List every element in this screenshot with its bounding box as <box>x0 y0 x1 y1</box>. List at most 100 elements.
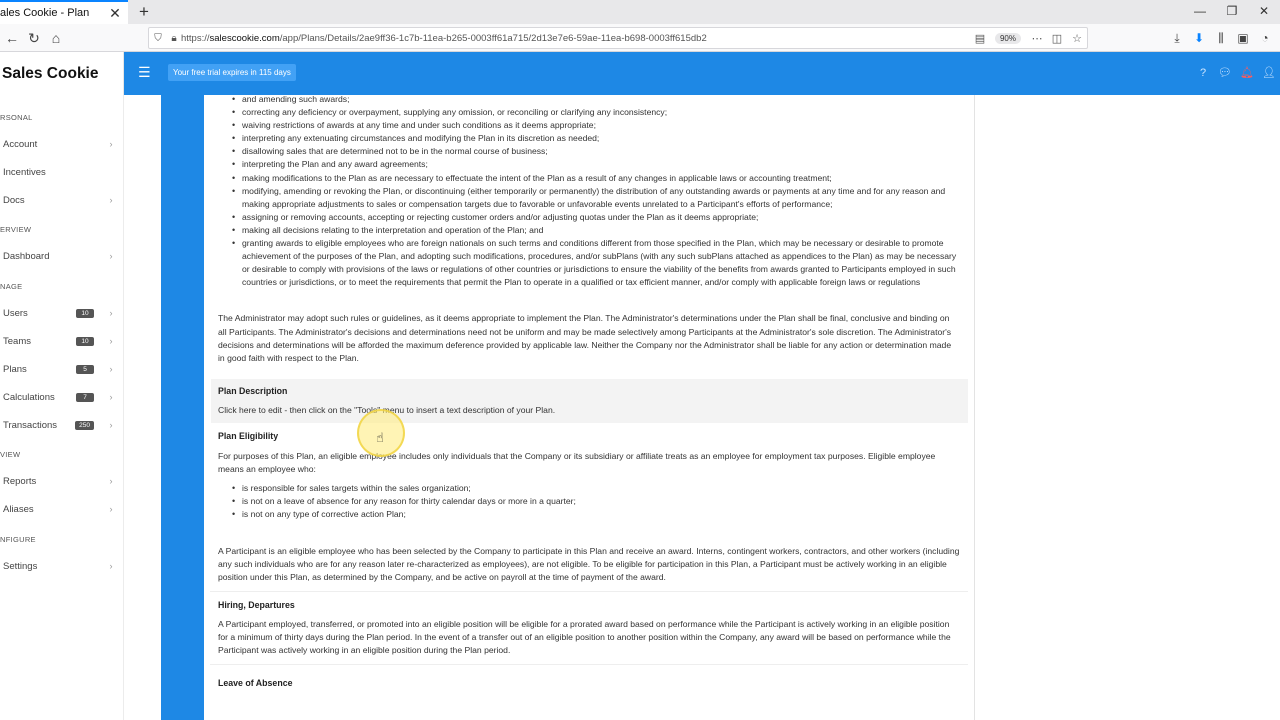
tab-title: ales Cookie - Plan <box>0 7 90 19</box>
close-window-icon[interactable]: ✕ <box>1248 0 1280 24</box>
list-item: is responsible for sales targets within … <box>204 482 974 495</box>
brand-area: Sales Cookie <box>0 52 124 95</box>
list-item: is not on a leave of absence for any rea… <box>204 495 974 508</box>
chevron-right-icon: › <box>109 308 113 318</box>
url-text[interactable]: https://salescookie.com/app/Plans/Detail… <box>181 33 971 44</box>
user-icon[interactable]: 👤︎ <box>1258 64 1280 82</box>
divider <box>210 664 968 666</box>
section-heading: Plan Description <box>218 385 288 396</box>
restore-icon[interactable]: ❐ <box>1216 0 1248 24</box>
browser-tab[interactable]: ales Cookie - Plan ✕ <box>0 0 128 24</box>
count-badge: 5 <box>76 364 94 374</box>
hiring-paragraph: A Participant employed, transferred, or … <box>218 618 951 656</box>
list-item: making modifications to the Plan as are … <box>204 172 974 185</box>
section-heading: Hiring, Departures <box>218 599 295 610</box>
list-item: making all decisions relating to the int… <box>204 224 974 237</box>
browser-nav-bar: ← ↻ ⌂ ⛉ 🔒︎ https://salescookie.com/app/P… <box>0 24 1280 52</box>
list-item: assigning or removing accounts, acceptin… <box>204 211 974 224</box>
list-item: interpreting any extenuating circumstanc… <box>204 132 974 145</box>
library-icon[interactable]: ⫼ <box>1210 28 1232 48</box>
browser-toolbar-right: ⤓ ⬇ ⫼ ▣ ◔ <box>1166 28 1276 48</box>
account-icon[interactable]: ◔ <box>1254 28 1276 48</box>
chevron-right-icon: › <box>109 392 113 402</box>
download-icon[interactable]: ⬇ <box>1188 28 1210 48</box>
url-bar[interactable]: ⛉ 🔒︎ https://salescookie.com/app/Plans/D… <box>148 27 1088 49</box>
hand-cursor-icon: ☝ <box>376 430 384 445</box>
plan-description-block[interactable]: Plan Description Click here to edit - th… <box>211 378 968 423</box>
chevron-right-icon: › <box>109 195 113 205</box>
section-heading: Plan Eligibility <box>218 430 279 441</box>
list-item: and amending such awards; <box>204 95 974 106</box>
new-tab-icon[interactable]: + <box>134 2 154 22</box>
zoom-level[interactable]: 90% <box>994 32 1021 44</box>
sidebar-item-users[interactable]: Users 10 › <box>0 304 124 322</box>
list-item: interpreting the Plan and any award agre… <box>204 158 974 171</box>
pocket-icon[interactable]: ◫ <box>1047 32 1067 45</box>
sidebar-item-calculations[interactable]: Calculations 7 › <box>0 388 124 406</box>
sidebar-item-teams[interactable]: Teams 10 › <box>0 332 124 350</box>
divider <box>210 590 968 592</box>
shield-icon[interactable]: ⛉ <box>149 33 167 44</box>
sidebar-section-review: VIEW <box>0 450 21 459</box>
chat-icon[interactable]: 💬︎ <box>1214 64 1236 82</box>
sidebar-item-dashboard[interactable]: Dashboard › <box>0 247 124 265</box>
sidebar-section-personal: RSONAL <box>0 113 33 122</box>
count-badge: 10 <box>76 308 94 318</box>
close-tab-icon[interactable]: ✕ <box>108 5 122 22</box>
page-actions-icon[interactable]: ⋯ <box>1027 32 1047 45</box>
admin-paragraph: The Administrator may adopt such rules o… <box>218 313 952 363</box>
menu-icon[interactable]: ☰ <box>138 64 151 81</box>
sidebar-item-aliases[interactable]: Aliases › <box>0 500 124 518</box>
header-icons: ? 💬︎ 🔔︎ 👤︎ <box>1192 64 1280 82</box>
sidebar-item-settings[interactable]: Settings › <box>0 557 124 575</box>
minimize-icon[interactable]: — <box>1184 0 1216 24</box>
trial-badge[interactable]: Your free trial expires in 115 days <box>168 64 296 81</box>
sidebar: RSONAL Account › Incentives Docs › ERVIEW … <box>0 95 124 720</box>
app-header: ☰ Your free trial expires in 115 days ? … <box>124 52 1280 95</box>
chevron-right-icon: › <box>109 420 113 430</box>
eligibility-paragraph: For purposes of this Plan, an eligible e… <box>218 451 936 475</box>
back-icon[interactable]: ← <box>2 28 22 48</box>
reader-view-icon[interactable]: ▤ <box>971 32 989 45</box>
chevron-right-icon: › <box>109 504 113 514</box>
brand-logo[interactable]: Sales Cookie <box>2 65 99 83</box>
plan-document: and amending such awards; correcting any… <box>204 95 975 720</box>
sidebar-item-incentives[interactable]: Incentives <box>0 163 124 181</box>
sidebar-section-configure: NFIGURE <box>0 535 36 544</box>
sidebar-item-account[interactable]: Account › <box>0 135 124 153</box>
count-badge: 7 <box>76 392 94 402</box>
list-item: waiving restrictions of awards at any ti… <box>204 119 974 132</box>
list-item: modifying, amending or revoking the Plan… <box>204 185 974 211</box>
chevron-right-icon: › <box>109 476 113 486</box>
sidebar-section-manage: NAGE <box>0 282 23 291</box>
window-controls: — ❐ ✕ <box>1184 0 1280 24</box>
home-icon[interactable]: ⌂ <box>46 28 66 48</box>
sidebar-item-reports[interactable]: Reports › <box>0 472 124 490</box>
sidebar-toggle-icon[interactable]: ▣ <box>1232 28 1254 48</box>
count-badge: 250 <box>75 420 94 430</box>
sidebar-item-transactions[interactable]: Transactions 250 › <box>0 416 124 434</box>
sidebar-item-docs[interactable]: Docs › <box>0 191 124 209</box>
chevron-right-icon: › <box>109 139 113 149</box>
help-icon[interactable]: ? <box>1192 64 1214 82</box>
lock-icon[interactable]: 🔒︎ <box>167 33 181 44</box>
notification-bell-icon[interactable]: 🔔︎ <box>1236 64 1258 82</box>
screenshot-icon[interactable]: ⤓ <box>1166 28 1188 48</box>
list-item: disallowing sales that are determined no… <box>204 145 974 158</box>
list-item: granting awards to eligible employees wh… <box>204 237 974 289</box>
count-badge: 10 <box>76 336 94 346</box>
chevron-right-icon: › <box>109 336 113 346</box>
chevron-right-icon: › <box>109 561 113 571</box>
browser-tab-bar: ales Cookie - Plan ✕ + — ❐ ✕ <box>0 0 1280 24</box>
chevron-right-icon: › <box>109 364 113 374</box>
sidebar-item-plans[interactable]: Plans 5 › <box>0 360 124 378</box>
sidebar-section-overview: ERVIEW <box>0 225 32 234</box>
bookmark-star-icon[interactable]: ☆ <box>1067 32 1087 45</box>
chevron-right-icon: › <box>109 251 113 261</box>
list-item: is not on any type of corrective action … <box>204 508 974 521</box>
reload-icon[interactable]: ↻ <box>24 28 44 48</box>
participant-paragraph: A Participant is an eligible employee wh… <box>218 545 960 582</box>
content-left-strip <box>161 95 204 720</box>
plan-description-text[interactable]: Click here to edit - then click on the "… <box>218 404 961 417</box>
list-item: correcting any deficiency or overpayment… <box>204 106 974 119</box>
